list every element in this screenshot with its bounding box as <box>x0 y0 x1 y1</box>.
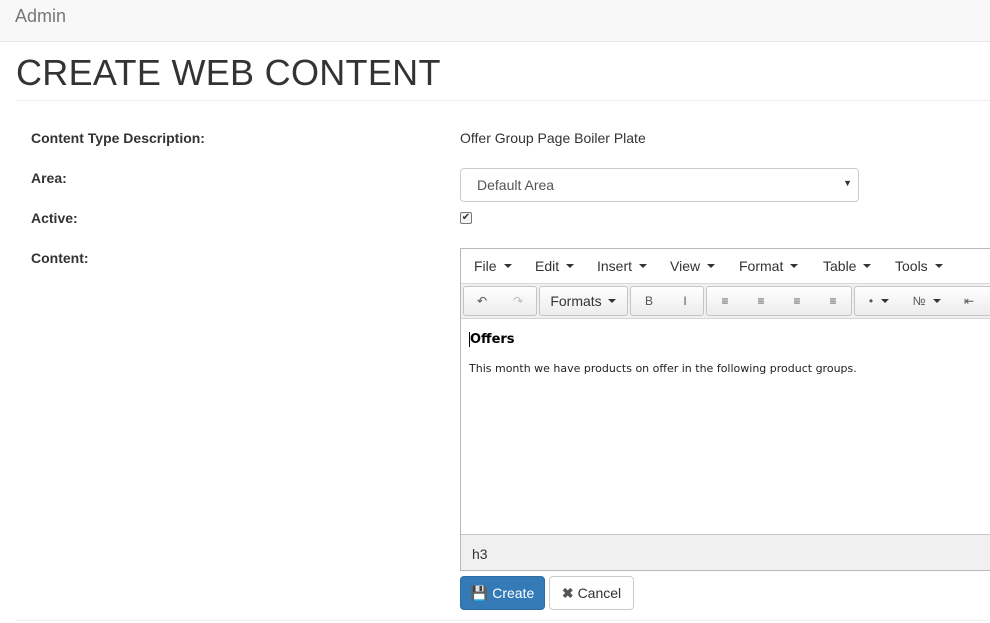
caret-down-icon <box>707 264 716 268</box>
align-group: ≡ ≡ ≡ ≡ <box>706 286 852 316</box>
menu-view[interactable]: View <box>670 258 716 274</box>
formats-group: Formats <box>539 286 628 316</box>
content-type-value: Offer Group Page Boiler Plate <box>460 130 646 146</box>
chevron-down-icon: ▼ <box>843 178 852 188</box>
area-label: Area: <box>31 170 67 186</box>
caret-down-icon <box>934 264 943 268</box>
bullet-list-icon: • <box>868 294 874 308</box>
menu-format[interactable]: Format <box>739 258 799 274</box>
undo-icon: ↶ <box>476 294 488 308</box>
align-left-button[interactable]: ≡ <box>708 287 742 315</box>
create-button[interactable]: 💾 Create <box>460 576 545 610</box>
outdent-button[interactable]: ⇤ <box>952 287 986 315</box>
menu-file[interactable]: File <box>474 258 512 274</box>
formats-label: Formats <box>550 293 602 309</box>
active-checkbox[interactable]: ✔ <box>460 212 472 224</box>
checkmark-icon: ✔ <box>461 212 471 223</box>
active-label: Active: <box>31 210 78 226</box>
page-title: CREATE WEB CONTENT <box>16 52 441 93</box>
style-group: B I <box>630 286 704 316</box>
italic-button[interactable]: I <box>668 287 702 315</box>
caret-down-icon <box>790 264 799 268</box>
cancel-button[interactable]: ✖ Cancel <box>549 576 634 610</box>
area-selected-value: Default Area <box>477 177 555 193</box>
document-paragraph: This month we have products on offer in … <box>469 362 857 375</box>
numbered-list-button[interactable]: № <box>904 287 950 315</box>
formats-dropdown[interactable]: Formats <box>540 287 626 315</box>
list-group: • № ⇤ <box>854 286 990 316</box>
bottom-divider <box>16 620 990 621</box>
align-center-icon: ≡ <box>757 294 765 308</box>
create-label: Create <box>492 585 535 601</box>
content-type-label: Content Type Description: <box>31 130 205 146</box>
align-right-button[interactable]: ≡ <box>780 287 814 315</box>
menu-edit[interactable]: Edit <box>535 258 575 274</box>
editor-document[interactable]: Offers This month we have products on of… <box>461 319 990 534</box>
caret-down-icon <box>607 299 616 303</box>
brand-link[interactable]: Admin <box>15 6 66 27</box>
caret-down-icon <box>503 264 512 268</box>
element-path[interactable]: h3 <box>472 546 488 562</box>
rich-text-editor: File Edit Insert View Format Table Tools… <box>460 248 990 571</box>
editor-toolbar: ↶ ↷ Formats B I ≡ ≡ ≡ ≡ • № ⇤ <box>461 284 990 319</box>
menu-edit-label: Edit <box>535 258 560 274</box>
menu-insert[interactable]: Insert <box>597 258 648 274</box>
menu-file-label: File <box>474 258 497 274</box>
history-group: ↶ ↷ <box>463 286 537 316</box>
close-icon: ✖ <box>561 585 574 601</box>
bullet-list-button[interactable]: • <box>856 287 902 315</box>
align-center-button[interactable]: ≡ <box>744 287 778 315</box>
caret-down-icon <box>566 264 575 268</box>
undo-button[interactable]: ↶ <box>465 287 499 315</box>
caret-down-icon <box>863 264 872 268</box>
editor-menubar: File Edit Insert View Format Table Tools <box>461 249 990 284</box>
numbered-list-icon: № <box>912 294 926 308</box>
navbar: Admin <box>0 0 990 42</box>
caret-down-icon <box>639 264 648 268</box>
align-right-icon: ≡ <box>793 294 801 308</box>
menu-tools-label: Tools <box>895 258 928 274</box>
bold-button[interactable]: B <box>632 287 666 315</box>
menu-table[interactable]: Table <box>823 258 872 274</box>
document-heading: Offers <box>469 332 515 347</box>
menu-table-label: Table <box>823 258 857 274</box>
menu-insert-label: Insert <box>597 258 633 274</box>
menu-view-label: View <box>670 258 701 274</box>
menu-tools[interactable]: Tools <box>895 258 943 274</box>
redo-button[interactable]: ↷ <box>501 287 535 315</box>
caret-down-icon <box>881 299 890 303</box>
align-left-icon: ≡ <box>721 294 729 308</box>
editor-statusbar: h3 <box>461 534 990 570</box>
title-divider <box>16 100 990 101</box>
cancel-label: Cancel <box>577 585 622 601</box>
outdent-icon: ⇤ <box>963 294 975 308</box>
menu-format-label: Format <box>739 258 784 274</box>
caret-down-icon <box>933 299 942 303</box>
redo-icon: ↷ <box>512 294 524 308</box>
bold-icon: B <box>644 294 653 308</box>
area-select[interactable]: Default Area ▼ <box>460 168 859 202</box>
italic-icon: I <box>683 294 687 308</box>
align-justify-icon: ≡ <box>829 294 837 308</box>
align-justify-button[interactable]: ≡ <box>816 287 850 315</box>
save-icon: 💾 <box>470 585 489 601</box>
content-label: Content: <box>31 250 89 266</box>
